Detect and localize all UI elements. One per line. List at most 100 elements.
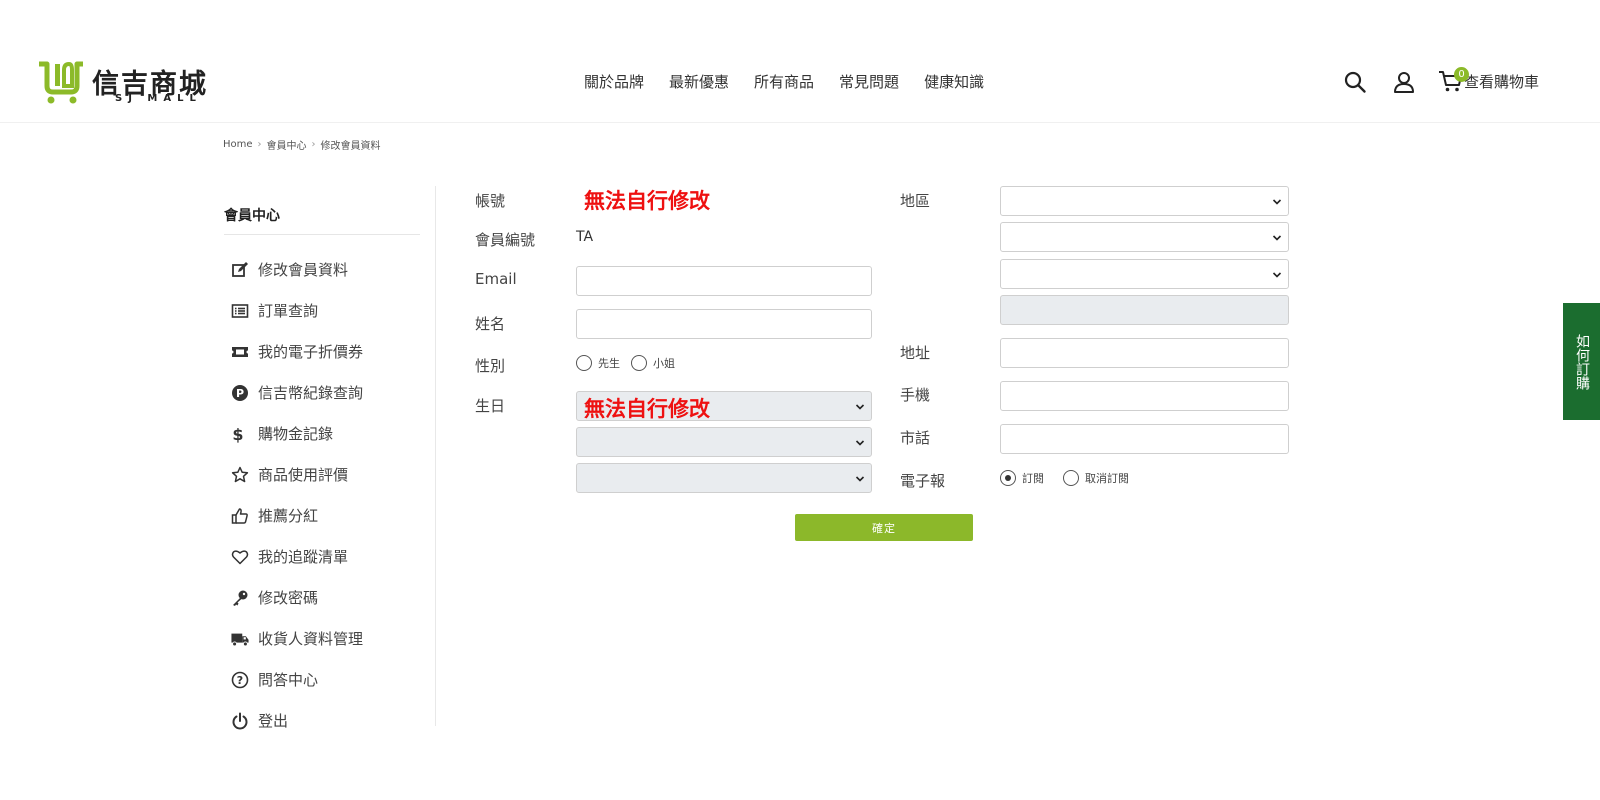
star-icon bbox=[231, 466, 249, 484]
gender-radio-ms[interactable]: 小姐 bbox=[631, 355, 675, 371]
edit-icon bbox=[231, 261, 249, 279]
breadcrumb-home[interactable]: Home bbox=[223, 139, 253, 150]
member-number-label: 會員編號 bbox=[475, 231, 536, 249]
region-label: 地區 bbox=[900, 192, 931, 210]
radio-label: 訂閱 bbox=[1022, 472, 1044, 485]
heart-icon bbox=[231, 548, 249, 566]
radio-circle bbox=[631, 355, 647, 371]
sidebar-item-label: 訂單查詢 bbox=[258, 302, 319, 320]
chevron-down-icon bbox=[1272, 235, 1282, 241]
chevron-right-icon: › bbox=[311, 139, 316, 150]
region-district-select[interactable] bbox=[1000, 259, 1289, 289]
nav-item-offers[interactable]: 最新優惠 bbox=[669, 71, 729, 92]
radio-circle bbox=[576, 355, 592, 371]
birthday-label: 生日 bbox=[475, 397, 506, 415]
breadcrumb-member-center[interactable]: 會員中心 bbox=[267, 137, 307, 152]
chevron-down-icon bbox=[855, 476, 865, 482]
chevron-down-icon bbox=[855, 404, 865, 410]
sidebar-item-label: 信吉幣紀錄查詢 bbox=[258, 384, 364, 402]
sidebar-item-label: 購物金記錄 bbox=[258, 425, 334, 443]
power-icon bbox=[231, 712, 249, 730]
cart-count-badge: 0 bbox=[1454, 67, 1469, 82]
sidebar-item-label: 商品使用評價 bbox=[258, 466, 349, 484]
sidebar-item-recipients[interactable]: 收貨人資料管理 bbox=[224, 618, 435, 659]
email-field[interactable] bbox=[576, 266, 872, 296]
nav-item-brand[interactable]: 關於品牌 bbox=[584, 71, 644, 92]
sidebar-item-label: 我的電子折價券 bbox=[258, 343, 364, 361]
member-number-value: TA bbox=[576, 229, 594, 245]
radio-label: 取消訂閱 bbox=[1085, 472, 1129, 485]
nav-item-faq[interactable]: 常見問題 bbox=[839, 71, 899, 92]
svg-text:$: $ bbox=[232, 425, 243, 443]
sidebar-item-label: 收貨人資料管理 bbox=[258, 630, 364, 648]
key-icon bbox=[231, 589, 249, 607]
sidebar-item-label: 我的追蹤清單 bbox=[258, 548, 349, 566]
sidebar-item-logout[interactable]: 登出 bbox=[224, 700, 435, 741]
user-icon[interactable] bbox=[1392, 70, 1416, 94]
list-icon bbox=[231, 302, 249, 320]
email-label: Email bbox=[475, 270, 517, 288]
sidebar-menu: 修改會員資料 訂單查詢 我的電子折價券 P 信吉幣紀錄查詢 $ 購物金記錄 商品… bbox=[224, 249, 435, 741]
nav-item-health[interactable]: 健康知識 bbox=[924, 71, 984, 92]
name-label: 姓名 bbox=[475, 315, 506, 333]
submit-button[interactable]: 確定 bbox=[795, 514, 973, 541]
sidebar-item-wishlist[interactable]: 我的追蹤清單 bbox=[224, 536, 435, 577]
breadcrumb: Home › 會員中心 › 修改會員資料 bbox=[223, 137, 381, 152]
newsletter-radio-unsubscribe[interactable]: 取消訂閱 bbox=[1063, 470, 1129, 486]
name-field[interactable] bbox=[576, 309, 872, 339]
birthday-day-select[interactable] bbox=[576, 463, 872, 493]
how-to-order-label: 如何訂購 bbox=[1574, 333, 1590, 390]
sidebar-item-referral[interactable]: 推薦分紅 bbox=[224, 495, 435, 536]
chevron-right-icon: › bbox=[257, 139, 262, 150]
truck-icon bbox=[231, 630, 249, 648]
sidebar-item-qa-center[interactable]: ? 問答中心 bbox=[224, 659, 435, 700]
postal-code-field bbox=[1000, 295, 1289, 325]
nav-item-products[interactable]: 所有商品 bbox=[754, 71, 814, 92]
radio-label: 先生 bbox=[598, 357, 620, 370]
sidebar-item-orders[interactable]: 訂單查詢 bbox=[224, 290, 435, 331]
region-country-select[interactable] bbox=[1000, 186, 1289, 216]
svg-text:?: ? bbox=[237, 674, 243, 687]
sidebar-item-coupons[interactable]: 我的電子折價券 bbox=[224, 331, 435, 372]
sidebar-item-change-password[interactable]: 修改密碼 bbox=[224, 577, 435, 618]
gender-label: 性別 bbox=[475, 357, 506, 375]
chevron-down-icon bbox=[1272, 272, 1282, 278]
how-to-order-tab[interactable]: 如何訂購 bbox=[1563, 303, 1600, 420]
cart-label: 查看購物車 bbox=[1464, 72, 1540, 91]
mobile-label: 手機 bbox=[900, 386, 931, 404]
chevron-down-icon bbox=[1272, 199, 1282, 205]
sidebar-item-shopping-credit[interactable]: $ 購物金記錄 bbox=[224, 413, 435, 454]
sidebar-item-label: 修改會員資料 bbox=[258, 261, 349, 279]
account-readonly-note: 無法自行修改 bbox=[584, 189, 710, 213]
main-nav: 關於品牌 最新優惠 所有商品 常見問題 健康知識 bbox=[584, 71, 984, 92]
dollar-icon: $ bbox=[231, 425, 249, 443]
account-label: 帳號 bbox=[475, 192, 506, 210]
coin-p-icon: P bbox=[231, 384, 249, 402]
sidebar-item-coin-records[interactable]: P 信吉幣紀錄查詢 bbox=[224, 372, 435, 413]
radio-circle bbox=[1063, 470, 1079, 486]
region-city-select[interactable] bbox=[1000, 222, 1289, 252]
mobile-field[interactable] bbox=[1000, 381, 1289, 411]
newsletter-radio-subscribe[interactable]: 訂閱 bbox=[1000, 470, 1044, 486]
ticket-icon bbox=[231, 343, 249, 361]
birthday-month-select[interactable] bbox=[576, 427, 872, 457]
radio-circle-checked bbox=[1000, 470, 1016, 486]
birthday-readonly-note: 無法自行修改 bbox=[584, 397, 710, 421]
logo-cart-icon bbox=[39, 61, 83, 104]
sidebar-item-edit-profile[interactable]: 修改會員資料 bbox=[224, 249, 435, 290]
sidebar-item-label: 問答中心 bbox=[258, 671, 319, 689]
site-logo[interactable]: 信吉商城 SJ MALL bbox=[37, 60, 227, 104]
cart-button[interactable]: 0 查看購物車 bbox=[1438, 67, 1540, 94]
search-icon[interactable] bbox=[1343, 70, 1367, 94]
sidebar-item-label: 登出 bbox=[258, 712, 289, 730]
breadcrumb-current: 修改會員資料 bbox=[320, 141, 381, 152]
gender-radio-mr[interactable]: 先生 bbox=[576, 355, 620, 371]
logo-subtext: SJ MALL bbox=[115, 93, 202, 104]
chevron-down-icon bbox=[855, 440, 865, 446]
sidebar-title: 會員中心 bbox=[224, 186, 420, 235]
sidebar-item-reviews[interactable]: 商品使用評價 bbox=[224, 454, 435, 495]
phone-label: 市話 bbox=[900, 429, 931, 447]
address-field[interactable] bbox=[1000, 338, 1289, 368]
phone-field[interactable] bbox=[1000, 424, 1289, 454]
question-icon: ? bbox=[231, 671, 249, 689]
